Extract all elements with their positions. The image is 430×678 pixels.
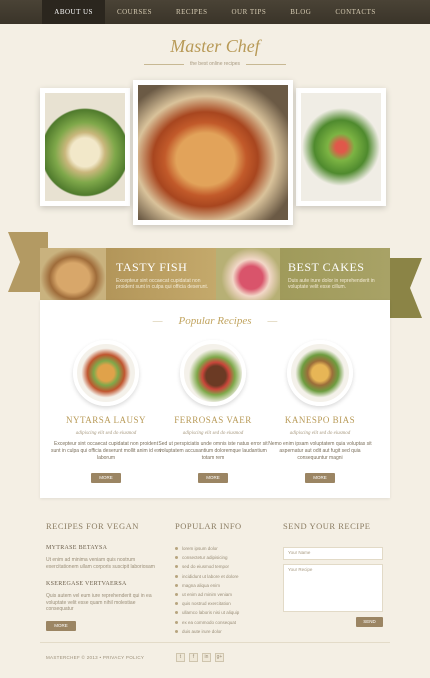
footer-divider [40,642,390,643]
banner-desc: Excepteur sint occaecat cupidatat non pr… [116,278,209,290]
cake-image [216,248,280,302]
popular-title-text: Popular Recipes [178,315,252,327]
vegan-item: MYTRASE BETAYSA Ut enim ad minima veniam… [46,545,156,570]
vegan-item-text: Quis autem vel eum iure reprehenderit qu… [46,593,152,612]
info-link[interactable]: sed do eiusmod tempor [175,562,239,571]
fish-image [40,248,106,302]
send-recipe-title: SEND YOUR RECIPE [283,521,371,531]
banner-title: TASTY FISH [116,260,188,274]
banner-tasty-fish[interactable]: TASTY FISH Excepteur sint occaecat cupid… [40,248,216,302]
twitter-icon[interactable]: t [176,653,185,662]
recipe-plate-2 [180,340,246,406]
info-link[interactable]: ut enim ad minim veniam [175,590,239,599]
recipe-more-button[interactable]: MORE [91,473,121,483]
your-name-field[interactable]: Your Name [283,547,383,560]
vegan-item-heading[interactable]: MYTRASE BETAYSA [46,545,156,551]
banner-title: BEST CAKES [288,260,365,274]
vegan-item: KSEREGASE VERTVAERSA Quis autem vel eum … [46,581,156,613]
vegan-item-heading[interactable]: KSEREGASE VERTVAERSA [46,581,156,587]
recipe-subtitle: adipiscing elit sed do eiusmod [182,431,244,436]
info-link[interactable]: consectetur adipisicing [175,553,239,562]
lasagna-photo [133,80,293,225]
banner-desc: Duis aute irure dolor in reprehenderit i… [288,278,375,290]
recipe-subtitle: adipiscing elit sed do eiusmod [289,431,351,436]
info-link[interactable]: lorem ipsum dolor [175,544,239,553]
recipe-name[interactable]: KANESPO BIAS [265,415,375,425]
info-link[interactable]: incididunt ut labore et dolore [175,572,239,581]
recipe-name[interactable]: NYTARSA LAUSY [51,415,161,425]
recipe-description: Excepteur sint occaecat cupidatat non pr… [51,441,161,461]
info-link[interactable]: magna aliqua enim [175,581,239,590]
info-link[interactable]: ullamco laboris nisi ut aliquip [175,608,239,617]
recipe-plate-3 [287,340,353,406]
salad-photo [40,88,130,206]
info-link[interactable]: ex ea commodo consequat [175,618,239,627]
vegan-item-text: Ut enim ad minima veniam quis nostrum ex… [46,557,155,570]
nav-contacts[interactable]: CONTACTS [323,0,387,24]
recipe-name[interactable]: FERROSAS VAER [158,415,268,425]
info-link[interactable]: quis nostrud exercitation [175,599,239,608]
nav-about-us[interactable]: ABOUT US [42,0,105,24]
linkedin-icon[interactable]: in [202,653,211,662]
nav-our-tips[interactable]: OUR TIPS [219,0,278,24]
recipe-description: Nemo enim ipsam voluptatem quia voluptas… [268,441,372,461]
recipe-subtitle: adipiscing elit sed do eiusmod [75,431,137,436]
vegan-more-button[interactable]: MORE [46,621,76,631]
popular-info-list: lorem ipsum dolor consectetur adipisicin… [175,544,239,636]
recipe-more-button[interactable]: MORE [198,473,228,483]
send-button[interactable]: SEND [356,617,383,627]
vegan-title: RECIPES FOR VEGAN [46,521,139,531]
recipe-description: Sed ut perspiciatis unde omnis iste natu… [158,441,268,461]
your-recipe-field[interactable]: Your Recipe [283,564,383,612]
nav-courses[interactable]: COURSES [105,0,164,24]
main-nav: ABOUT US COURSES RECIPES OUR TIPS BLOG C… [0,0,430,24]
facebook-icon[interactable]: f [189,653,198,662]
google-plus-icon[interactable]: g+ [215,653,224,662]
logo-tagline: the best online recipes [0,61,430,67]
banner-best-cakes[interactable]: BEST CAKES Duis aute irure dolor in repr… [216,248,390,302]
green-salad-photo [296,88,386,206]
popular-info-title: POPULAR INFO [175,521,242,531]
recipe-more-button[interactable]: MORE [305,473,335,483]
nav-blog[interactable]: BLOG [278,0,323,24]
info-link[interactable]: duis aute irure dolor [175,627,239,636]
footer-copyright: MASTERCHEF © 2013 • PRIVACY POLICY [46,655,145,660]
logo-name: Master Chef [170,36,260,56]
nav-recipes[interactable]: RECIPES [164,0,220,24]
site-logo[interactable]: Master Chef the best online recipes [0,36,430,67]
tagline-text: the best online recipes [189,61,241,67]
popular-recipes-title: — Popular Recipes — [152,315,278,327]
recipe-plate-1 [73,340,139,406]
